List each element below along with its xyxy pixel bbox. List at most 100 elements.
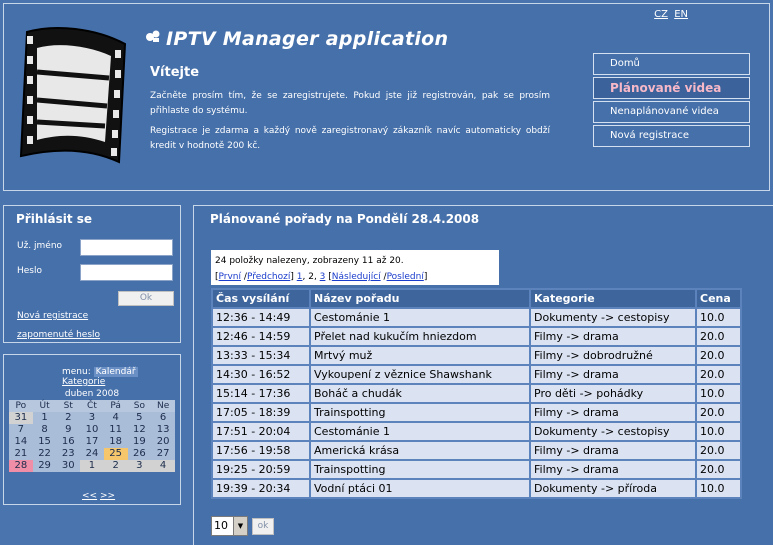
calendar-menu: menu: Kalendář Kategorie bbox=[62, 367, 180, 387]
nav-unplanned-videos-button[interactable]: Nenaplánované videa bbox=[593, 101, 750, 123]
calendar-day[interactable]: 9 bbox=[56, 424, 81, 436]
calendar-day[interactable]: 19 bbox=[127, 436, 152, 448]
broadcast-time-cell: 17:05 - 18:39 bbox=[213, 404, 309, 421]
username-label: Už. jméno bbox=[17, 241, 63, 251]
calendar-day[interactable]: 24 bbox=[80, 448, 104, 460]
page-size-ok-button[interactable]: ok bbox=[252, 518, 274, 535]
pager-summary: 24 položky nalezeny, zobrazeny 11 až 20. bbox=[215, 256, 404, 266]
calendar-prev-link[interactable]: << bbox=[82, 491, 97, 501]
category-cell: Filmy -> drama bbox=[531, 404, 695, 421]
page-size-select[interactable]: 10 ▼ bbox=[211, 516, 248, 536]
table-row[interactable]: 17:51 - 20:04 Cestománie 1 Dokumenty -> ce… bbox=[213, 423, 740, 440]
broadcast-time-cell: 12:36 - 14:49 bbox=[213, 309, 309, 326]
calendar-day[interactable]: 26 bbox=[127, 448, 152, 460]
login-ok-button[interactable]: Ok bbox=[118, 291, 174, 306]
lang-cz-link[interactable]: CZ bbox=[654, 9, 668, 20]
broadcast-time-cell: 12:46 - 14:59 bbox=[213, 328, 309, 345]
calendar-day[interactable]: 1 bbox=[80, 460, 104, 472]
table-row[interactable]: 17:05 - 18:39 Trainspotting Filmy -> drama… bbox=[213, 404, 740, 421]
calendar-day[interactable]: 17 bbox=[80, 436, 104, 448]
calendar-day[interactable]: 3 bbox=[127, 460, 152, 472]
main-panel: Plánované pořady na Pondělí 28.4.2008 24… bbox=[193, 205, 773, 545]
pager-page-3-link[interactable]: 3 bbox=[320, 272, 326, 282]
calendar-day[interactable]: 6 bbox=[151, 412, 175, 424]
table-row[interactable]: 12:46 - 14:59 Přelet nad kukučím hniezdom… bbox=[213, 328, 740, 345]
price-cell: 20.0 bbox=[697, 404, 740, 421]
table-row[interactable]: 17:56 - 19:58 Americká krása Filmy -> dram… bbox=[213, 442, 740, 459]
calendar-day[interactable]: 3 bbox=[80, 412, 104, 424]
calendar-day[interactable]: 14 bbox=[9, 436, 33, 448]
password-input[interactable] bbox=[80, 264, 173, 281]
registration-info-text: Registrace je zdarma a každý nově zaregi… bbox=[150, 126, 550, 151]
broadcast-time-cell: 17:56 - 19:58 bbox=[213, 442, 309, 459]
pager-bracket: ] bbox=[423, 272, 428, 282]
broadcast-time-cell: 13:33 - 15:34 bbox=[213, 347, 309, 364]
table-row[interactable]: 19:25 - 20:59 Trainspotting Filmy -> drama… bbox=[213, 461, 740, 478]
intro-text: Začněte prosím tím, že se zaregistrujete… bbox=[150, 91, 550, 116]
header-panel: CZ EN IPTV Manager application Vítejte Z… bbox=[3, 3, 770, 191]
nav-new-registration-button[interactable]: Nová registrace bbox=[593, 125, 750, 147]
pager-first-link[interactable]: První bbox=[219, 272, 242, 282]
pager-next-link[interactable]: Následující bbox=[332, 272, 381, 282]
calendar-day[interactable]: 13 bbox=[151, 424, 175, 436]
calendar-day[interactable]: 28 bbox=[9, 460, 33, 472]
pager-prev-link[interactable]: Předchozí bbox=[247, 272, 290, 282]
calendar-day[interactable]: 2 bbox=[56, 412, 81, 424]
username-input[interactable] bbox=[80, 239, 173, 256]
pager-page-1-link[interactable]: 1 bbox=[297, 272, 303, 282]
table-row[interactable]: 15:14 - 17:36 Boháč a chudák Pro děti -> p… bbox=[213, 385, 740, 402]
calendar-day[interactable]: 29 bbox=[32, 460, 57, 472]
calendar-day[interactable]: 5 bbox=[127, 412, 152, 424]
price-cell: 10.0 bbox=[697, 385, 740, 402]
calendar-week-row: 31 1 2 3 4 5 6 bbox=[9, 412, 175, 424]
calendar-day[interactable]: 18 bbox=[103, 436, 128, 448]
calendar-day[interactable]: 15 bbox=[32, 436, 57, 448]
table-row[interactable]: 13:33 - 15:34 Mrtvý muž Filmy -> dobrodruž… bbox=[213, 347, 740, 364]
broadcast-time-cell: 17:51 - 20:04 bbox=[213, 423, 309, 440]
table-row[interactable]: 19:39 - 20:34 Vodní ptáci 01 Dokumenty -> … bbox=[213, 480, 740, 497]
calendar-day[interactable]: 11 bbox=[103, 424, 128, 436]
nav-planned-videos-button[interactable]: Plánované videa bbox=[593, 77, 750, 99]
calendar-day[interactable]: 23 bbox=[56, 448, 81, 460]
calendar-day[interactable]: 1 bbox=[32, 412, 57, 424]
calendar-grid: duben 2008 Po Út St Čt Pá So Ne 31 1 2 3 4 5 6 7 8 9 10 11… bbox=[9, 388, 175, 472]
lang-en-link[interactable]: EN bbox=[674, 9, 688, 20]
pager-last-link[interactable]: Poslední bbox=[387, 272, 424, 282]
calendar-next-link[interactable]: >> bbox=[100, 491, 115, 501]
calendar-weekday-row: Po Út St Čt Pá So Ne bbox=[9, 400, 175, 412]
nav-home-button[interactable]: Domů bbox=[593, 53, 750, 75]
app-logo-icon bbox=[144, 28, 162, 50]
calendar-day[interactable]: 20 bbox=[151, 436, 175, 448]
calendar-day[interactable]: 25 bbox=[103, 448, 128, 460]
page-title: Plánované pořady na Pondělí 28.4.2008 bbox=[210, 212, 480, 226]
category-cell: Filmy -> drama bbox=[531, 461, 695, 478]
calendar-day[interactable]: 8 bbox=[32, 424, 57, 436]
calendar-day[interactable]: 4 bbox=[103, 412, 128, 424]
category-cell: Filmy -> drama bbox=[531, 442, 695, 459]
dropdown-arrow-icon[interactable]: ▼ bbox=[233, 517, 247, 535]
calendar-tab[interactable]: Kalendář bbox=[93, 367, 138, 377]
calendar-day[interactable]: 30 bbox=[56, 460, 81, 472]
price-cell: 20.0 bbox=[697, 366, 740, 383]
calendar-day[interactable]: 4 bbox=[151, 460, 175, 472]
categories-tab[interactable]: Kategorie bbox=[62, 377, 105, 387]
calendar-day[interactable]: 10 bbox=[80, 424, 104, 436]
calendar-day[interactable]: 22 bbox=[32, 448, 57, 460]
calendar-day[interactable]: 12 bbox=[127, 424, 152, 436]
calendar-week-row: 7 8 9 10 11 12 13 bbox=[9, 424, 175, 436]
calendar-day[interactable]: 27 bbox=[151, 448, 175, 460]
calendar-day[interactable]: 2 bbox=[103, 460, 128, 472]
calendar-day[interactable]: 31 bbox=[9, 412, 33, 424]
table-row[interactable]: 12:36 - 14:49 Cestománie 1 Dokumenty -> ce… bbox=[213, 309, 740, 326]
password-label: Heslo bbox=[17, 266, 43, 276]
forgot-password-link[interactable]: zapomenuté heslo bbox=[17, 330, 100, 340]
category-cell: Filmy -> drama bbox=[531, 366, 695, 383]
program-title-cell: Trainspotting bbox=[311, 404, 529, 421]
calendar-day[interactable]: 7 bbox=[9, 424, 33, 436]
new-registration-link[interactable]: Nová registrace bbox=[17, 311, 88, 321]
calendar-weekday: Ne bbox=[151, 400, 175, 412]
calendar-day[interactable]: 21 bbox=[9, 448, 33, 460]
calendar-week-row: 21 22 23 24 25 26 27 bbox=[9, 448, 175, 460]
table-row[interactable]: 14:30 - 16:52 Vykoupení z věznice Shawsha… bbox=[213, 366, 740, 383]
calendar-day[interactable]: 16 bbox=[56, 436, 81, 448]
